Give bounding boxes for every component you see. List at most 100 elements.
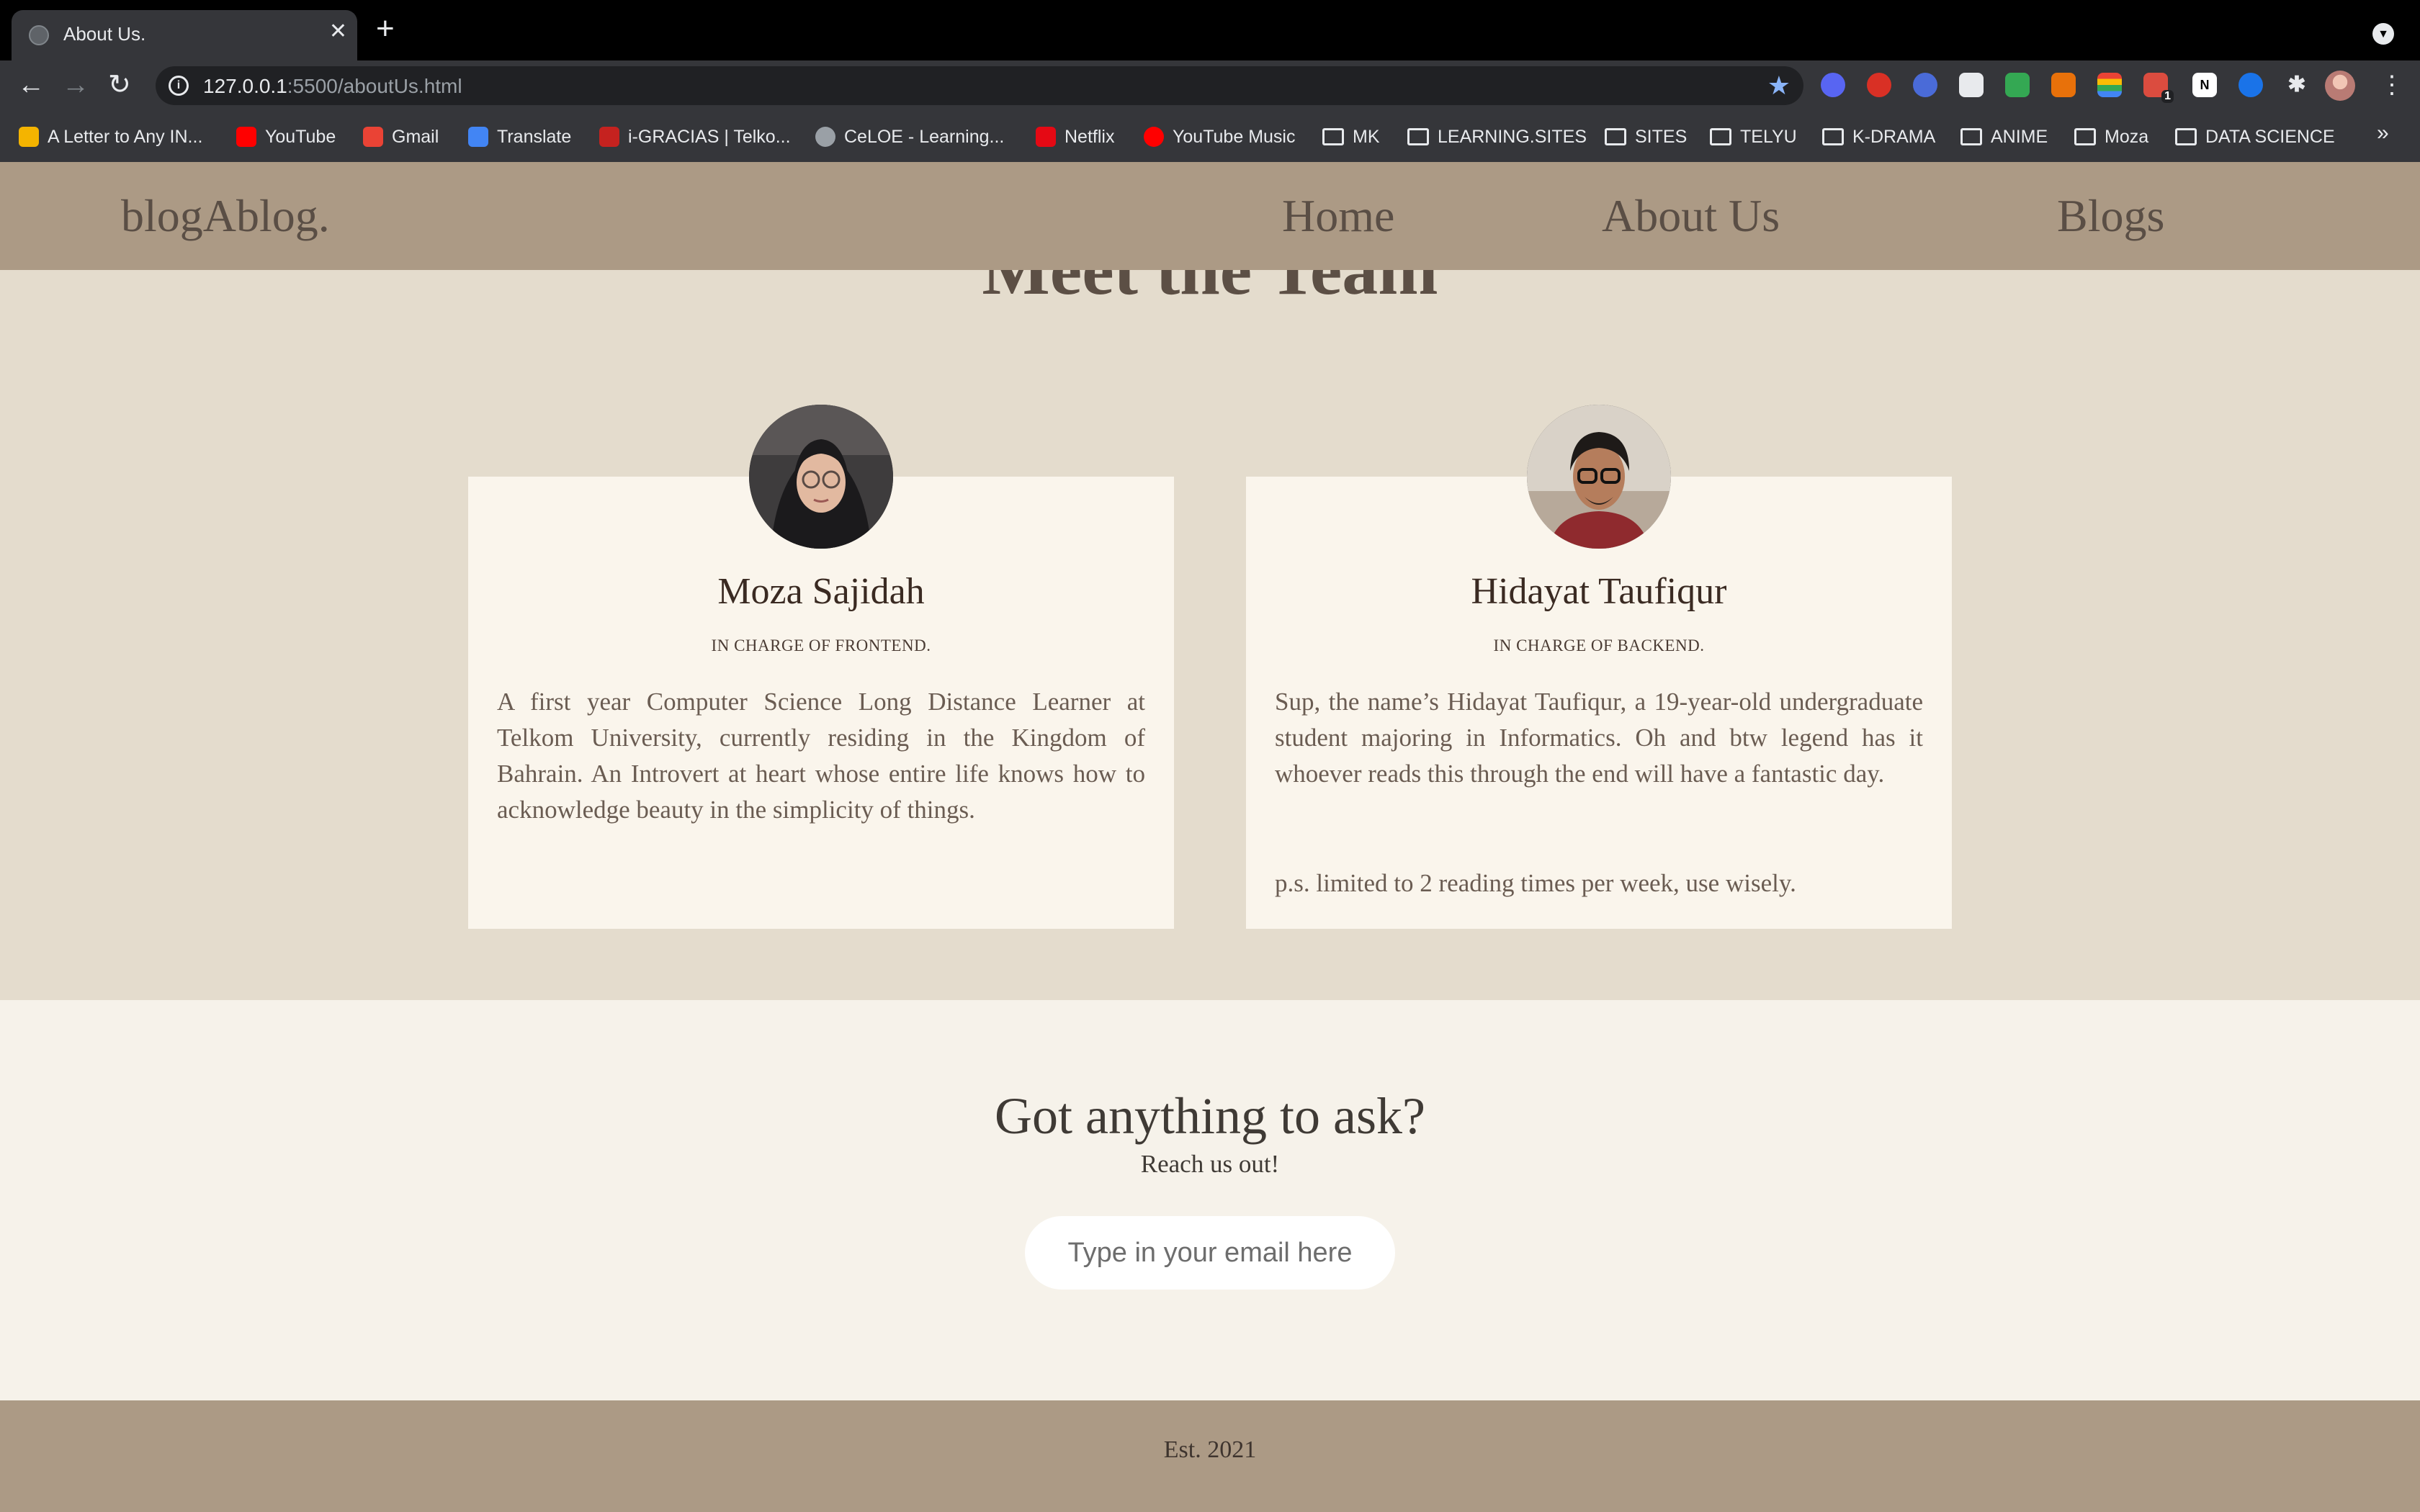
- bookmark-label: i-GRACIAS | Telko...: [628, 126, 791, 147]
- bookmark-star-icon[interactable]: ★: [1767, 71, 1791, 101]
- member-bio: Sup, the name’s Hidayat Taufiqur, a 19-y…: [1275, 688, 1923, 788]
- bookmark-favicon-icon: [599, 127, 619, 147]
- bookmark-item[interactable]: i-GRACIAS | Telko...: [599, 122, 791, 151]
- nav-blogs[interactable]: Blogs: [2057, 189, 2164, 243]
- member-role: IN CHARGE OF BACKEND.: [1493, 636, 1705, 654]
- reload-icon[interactable]: ↻: [108, 69, 131, 101]
- bookmark-folder[interactable]: ANIME: [1960, 122, 2048, 151]
- extension-badge: 1: [2161, 90, 2174, 103]
- bookmark-folder[interactable]: SITES: [1605, 122, 1687, 151]
- member-name: Hidayat Taufiqur: [1471, 571, 1727, 612]
- print-extension-icon[interactable]: [2005, 73, 2030, 97]
- url-path: :5500/aboutUs.html: [287, 75, 462, 97]
- bookmark-label: A Letter to Any IN...: [48, 126, 203, 147]
- tab-strip: About Us. ✕ + ▼: [0, 0, 2420, 60]
- bookmark-folder[interactable]: DATA SCIENCE: [2175, 122, 2335, 151]
- forward-icon[interactable]: →: [62, 69, 89, 101]
- site-logo[interactable]: blogAblog.: [121, 189, 330, 243]
- globe-icon: [29, 25, 49, 45]
- contact-title: Got anything to ask?: [995, 1087, 1425, 1145]
- reader-extension-icon[interactable]: [1959, 73, 1984, 97]
- world-extension-icon[interactable]: [1913, 73, 1937, 97]
- folder-icon: [1322, 128, 1344, 145]
- bookmark-label: SITES: [1635, 126, 1688, 147]
- colors-extension-icon[interactable]: [2097, 73, 2122, 97]
- bookmark-favicon-icon: [19, 127, 39, 147]
- email-input[interactable]: [1025, 1216, 1395, 1290]
- bookmarks-overflow-icon[interactable]: »: [2377, 121, 2389, 145]
- folder-icon: [2175, 128, 2197, 145]
- footer-text: Est. 2021: [1163, 1436, 1257, 1463]
- close-tab-icon[interactable]: ✕: [329, 19, 347, 44]
- bookmark-label: ANIME: [1991, 126, 2048, 147]
- bookmark-folder[interactable]: TELYU: [1710, 122, 1797, 151]
- bookmark-item[interactable]: CeLOE - Learning...: [815, 122, 1004, 151]
- netflix-icon: [1036, 127, 1056, 147]
- gmail-icon: [363, 127, 383, 147]
- bookmark-folder[interactable]: Moza: [2074, 122, 2148, 151]
- menu-kebab-icon[interactable]: ⋮: [2380, 71, 2404, 99]
- browser-toolbar: ← → ↻ i 127.0.0.1:5500/aboutUs.html ★ 1 …: [0, 60, 2420, 111]
- bookmark-label: Translate: [497, 126, 572, 147]
- site-nav: blogAblog. Home About Us Blogs: [0, 162, 2420, 270]
- web-page: Meet the Team blogAblog. Home About Us B…: [0, 162, 2420, 1512]
- folder-icon: [1960, 128, 1982, 145]
- bookmark-label: Gmail: [392, 126, 439, 147]
- contact-section: Got anything to ask? Reach us out!: [0, 1000, 2420, 1400]
- bookmark-label: MK: [1353, 126, 1380, 147]
- member-name: Moza Sajidah: [717, 571, 925, 612]
- address-bar[interactable]: i 127.0.0.1:5500/aboutUs.html ★: [156, 66, 1803, 105]
- bookmark-label: DATA SCIENCE: [2205, 126, 2335, 147]
- nav-about-us[interactable]: About Us: [1602, 189, 1780, 243]
- bookmark-item[interactable]: Translate: [468, 122, 571, 151]
- bookmark-item[interactable]: Gmail: [363, 122, 439, 151]
- folder-icon: [1605, 128, 1626, 145]
- gem-extension-icon[interactable]: [2238, 73, 2263, 97]
- back-icon[interactable]: ←: [17, 69, 45, 101]
- browser-tab[interactable]: About Us. ✕: [12, 10, 357, 60]
- member-role: IN CHARGE OF FRONTEND.: [711, 636, 931, 654]
- notion-extension-icon[interactable]: N: [2192, 73, 2217, 97]
- bookmark-favicon-icon: [815, 127, 835, 147]
- bookmark-label: Netflix: [1065, 126, 1115, 147]
- url-text[interactable]: 127.0.0.1:5500/aboutUs.html: [203, 75, 462, 98]
- member-photo-hidayat: [1527, 405, 1671, 549]
- avatar: [749, 405, 893, 549]
- team-card: Moza Sajidah IN CHARGE OF FRONTEND. A fi…: [468, 405, 1174, 929]
- url-host: 127.0.0.1: [203, 75, 287, 97]
- bookmarks-bar: A Letter to Any IN... YouTube Gmail Tran…: [0, 111, 2420, 162]
- puzzle-icon[interactable]: ✱: [2285, 73, 2309, 97]
- bookmark-label: K-DRAMA: [1852, 126, 1936, 147]
- new-tab-button[interactable]: +: [376, 13, 395, 45]
- folder-icon: [1710, 128, 1731, 145]
- bookmark-label: Moza: [2105, 126, 2149, 147]
- bookmark-label: YouTube: [265, 126, 336, 147]
- youtube-icon: [236, 127, 256, 147]
- avatar: [1527, 405, 1671, 549]
- profile-avatar-icon[interactable]: [2325, 71, 2355, 101]
- bookmark-label: TELYU: [1740, 126, 1797, 147]
- member-postscript: p.s. limited to 2 reading times per week…: [1275, 869, 1796, 897]
- bookmark-folder[interactable]: LEARNING.SITES: [1407, 122, 1587, 151]
- bookmark-item[interactable]: A Letter to Any IN...: [19, 122, 202, 151]
- browser-chrome: About Us. ✕ + ▼ ← → ↻ i 127.0.0.1:5500/a…: [0, 0, 2420, 162]
- bookmark-item[interactable]: YouTube Music: [1144, 122, 1295, 151]
- site-info-icon[interactable]: i: [169, 76, 189, 96]
- nav-home[interactable]: Home: [1282, 189, 1394, 243]
- bookmark-folder[interactable]: MK: [1322, 122, 1380, 151]
- bookmark-label: YouTube Music: [1173, 126, 1296, 147]
- todoist-extension-icon[interactable]: 1: [2143, 73, 2174, 103]
- bookmark-folder[interactable]: K-DRAMA: [1822, 122, 1935, 151]
- folder-icon: [2074, 128, 2096, 145]
- bookmark-item[interactable]: YouTube: [236, 122, 336, 151]
- member-bio: A first year Computer Science Long Dista…: [497, 688, 1145, 824]
- tab-search-icon[interactable]: ▼: [2372, 23, 2394, 45]
- discord-extension-icon[interactable]: [1821, 73, 1845, 97]
- adblock-extension-icon[interactable]: [1867, 73, 1891, 97]
- folder-icon: [1822, 128, 1844, 145]
- contact-subtitle: Reach us out!: [1140, 1150, 1280, 1178]
- cup-extension-icon[interactable]: [2051, 73, 2076, 97]
- tab-title: About Us.: [63, 23, 146, 45]
- member-photo-moza: [749, 405, 893, 549]
- bookmark-item[interactable]: Netflix: [1036, 122, 1114, 151]
